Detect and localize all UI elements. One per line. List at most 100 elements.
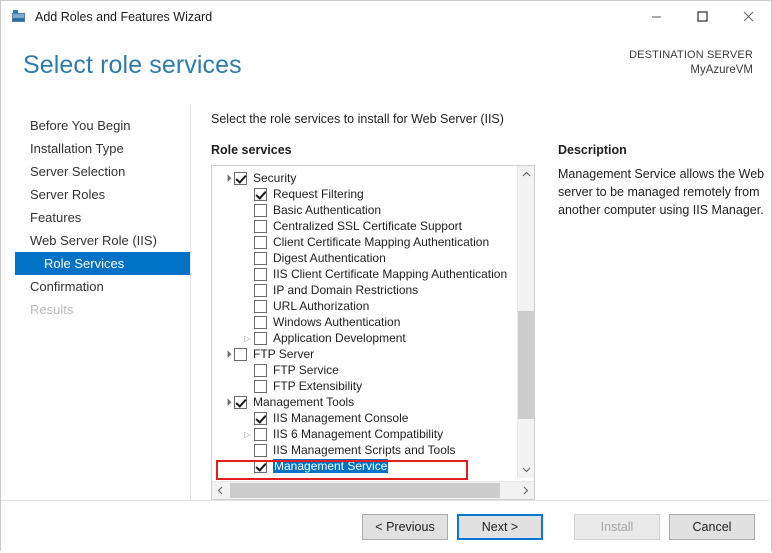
page-title: Select role services [23,51,242,79]
checkbox-unchecked[interactable] [254,235,267,249]
role-services-tree[interactable]: ◢ Security Request Filtering Basic Authenti… [212,166,517,478]
columns: Role services ◢ Security Request Filtering… [211,143,772,500]
scroll-left-button[interactable] [212,482,229,499]
tree-row[interactable]: ◢ Security [212,170,517,186]
server-wizard-icon [11,9,28,25]
tree-row[interactable]: ▷ Application Development [212,330,517,346]
nav-item-before-you-begin[interactable]: Before You Begin [1,114,190,137]
nav-item-results: Results [30,302,74,317]
checkbox-unchecked[interactable] [254,267,267,281]
tree-row[interactable]: Digest Authentication [212,250,517,266]
tree-row[interactable]: FTP Service [212,362,517,378]
tree-item-label: Management Service [273,459,389,473]
minimize-icon[interactable] [633,1,679,32]
tree-item-label: Application Development [273,331,406,345]
expander-expanded-icon[interactable]: ◢ [220,171,235,186]
close-icon[interactable] [725,1,771,32]
checkbox-unchecked[interactable] [254,219,267,233]
tree-row[interactable]: IIS Management Scripts and Tools [212,442,517,458]
checkbox-unchecked[interactable] [234,347,247,361]
expander-expanded-icon[interactable]: ◢ [220,347,235,362]
nav-item-web-server-role-iis[interactable]: Web Server Role (IIS) [1,229,190,252]
nav-item-server-roles[interactable]: Server Roles [1,183,190,206]
tree-row[interactable]: ◢ FTP Server [212,346,517,362]
checkbox-checked[interactable] [254,459,267,473]
tree-row[interactable]: IP and Domain Restrictions [212,282,517,298]
role-services-listbox[interactable]: ◢ Security Request Filtering Basic Authenti… [211,165,535,500]
add-roles-wizard-window: Add Roles and Features Wizard Select rol… [0,0,772,553]
tree-item-label: FTP Server [253,347,315,361]
body-area: Before You Begin Installation Type Server … [1,104,771,500]
tree-item-label: Windows Authentication [273,315,401,329]
role-services-heading: Role services [211,143,292,157]
cancel-button[interactable]: Cancel [669,514,755,540]
checkbox-unchecked[interactable] [254,251,267,265]
nav-item-role-services[interactable]: Role Services [15,252,190,275]
tree-row[interactable]: ◢ Management Tools [212,394,517,410]
scroll-right-button[interactable] [517,482,534,499]
tree-row[interactable]: Request Filtering [212,186,517,202]
tree-item-label: Client Certificate Mapping Authenticatio… [273,235,490,249]
horizontal-scrollbar-thumb[interactable] [230,483,500,498]
checkbox-checked[interactable] [254,411,267,425]
tree-row[interactable]: Client Certificate Mapping Authenticatio… [212,234,517,250]
checkbox-unchecked[interactable] [254,299,267,313]
checkbox-unchecked[interactable] [254,443,267,457]
window-title: Add Roles and Features Wizard [35,9,213,24]
tree-item-label: IIS 6 Management Compatibility [273,427,444,441]
install-button: Install [574,514,660,540]
expander-expanded-icon[interactable]: ◢ [220,395,235,410]
title-bar: Add Roles and Features Wizard [1,1,771,33]
checkbox-checked[interactable] [234,171,247,185]
description-heading: Description [558,143,627,157]
previous-button[interactable]: < Previous [362,514,448,540]
tree-item-label: FTP Service [273,363,339,377]
tree-item-label: Management Tools [253,395,355,409]
checkbox-unchecked[interactable] [254,315,267,329]
vertical-scrollbar-thumb[interactable] [518,311,534,419]
scroll-up-button[interactable] [518,166,534,183]
tree-item-label: FTP Extensibility [273,379,363,393]
tree-row[interactable]: Management Service [212,458,517,474]
role-services-column: Role services ◢ Security Request Filtering… [211,143,536,500]
expander-collapsed-icon[interactable]: ▷ [241,334,254,343]
destination-server-label: DESTINATION SERVER [629,49,753,61]
tree-row[interactable]: Basic Authentication [212,202,517,218]
horizontal-scrollbar[interactable] [212,481,534,499]
vertical-scrollbar[interactable] [517,166,534,478]
checkbox-checked[interactable] [234,395,247,409]
checkbox-unchecked[interactable] [254,331,267,345]
tree-item-label: Digest Authentication [273,251,386,265]
scroll-down-button[interactable] [518,461,534,478]
content-area: Select the role services to install for … [191,104,772,500]
checkbox-unchecked[interactable] [254,379,267,393]
page-header: Select role services DESTINATION SERVER … [1,33,771,104]
tree-item-label: URL Authorization [273,299,370,313]
checkbox-unchecked[interactable] [254,427,267,441]
tree-row[interactable]: IIS Client Certificate Mapping Authentic… [212,266,517,282]
nav-item-installation-type[interactable]: Installation Type [1,137,190,160]
checkbox-unchecked[interactable] [254,283,267,297]
tree-item-label: IIS Management Scripts and Tools [273,443,456,457]
tree-item-label: Security [253,171,297,185]
tree-item-label: IP and Domain Restrictions [273,283,419,297]
maximize-icon[interactable] [679,1,725,32]
next-button[interactable]: Next > [457,514,543,540]
checkbox-unchecked[interactable] [254,363,267,377]
tree-row[interactable]: FTP Extensibility [212,378,517,394]
expander-collapsed-icon[interactable]: ▷ [241,430,254,439]
description-column: Description Management Service allows th… [558,143,772,500]
nav-item-server-selection[interactable]: Server Selection [1,160,190,183]
nav-item-confirmation[interactable]: Confirmation [1,275,190,298]
tree-item-label: Basic Authentication [273,203,382,217]
tree-row[interactable]: URL Authorization [212,298,517,314]
footer-buttons: < Previous Next > Install Cancel [1,500,771,553]
wizard-step-nav: Before You Begin Installation Type Server … [1,104,191,500]
nav-item-features[interactable]: Features [1,206,190,229]
tree-row[interactable]: IIS Management Console [212,410,517,426]
tree-row[interactable]: ▷ IIS 6 Management Compatibility [212,426,517,442]
tree-row[interactable]: Windows Authentication [212,314,517,330]
checkbox-unchecked[interactable] [254,203,267,217]
checkbox-checked[interactable] [254,187,267,201]
tree-row[interactable]: Centralized SSL Certificate Support [212,218,517,234]
